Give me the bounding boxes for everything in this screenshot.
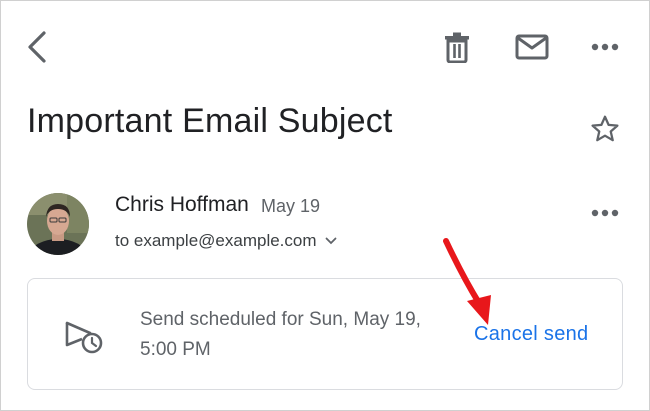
mail-icon [515, 34, 549, 60]
email-subject: Important Email Subject [27, 102, 393, 140]
more-horizontal-icon [591, 43, 619, 51]
star-outline-icon [591, 115, 619, 142]
avatar-photo [27, 193, 89, 255]
chevron-down-icon [325, 237, 336, 245]
delete-button[interactable] [437, 27, 477, 67]
scheduled-send-card: Send scheduled for Sun, May 19, 5:00 PM … [27, 278, 623, 390]
recipient-details-toggle[interactable]: to example@example.com [115, 230, 337, 252]
back-button[interactable] [19, 25, 55, 69]
back-arrow-icon [28, 31, 46, 63]
sender-name: Chris Hoffman [115, 193, 249, 216]
recipient-text: to example@example.com [115, 231, 317, 250]
star-button[interactable] [585, 109, 625, 149]
annotation-arrow [443, 238, 491, 325]
sender-avatar[interactable] [27, 193, 89, 255]
scheduled-send-icon [64, 319, 104, 355]
more-options-button[interactable] [585, 29, 625, 65]
trash-icon [445, 32, 469, 63]
mark-unread-button[interactable] [511, 29, 553, 65]
message-more-button[interactable] [585, 197, 625, 229]
scheduled-send-text: Send scheduled for Sun, May 19, 5:00 PM [140, 309, 421, 360]
more-horizontal-icon [591, 209, 619, 217]
message-date: May 19 [261, 196, 321, 216]
email-view: Important Email Subject Chris Hoffman Ma… [0, 0, 650, 411]
